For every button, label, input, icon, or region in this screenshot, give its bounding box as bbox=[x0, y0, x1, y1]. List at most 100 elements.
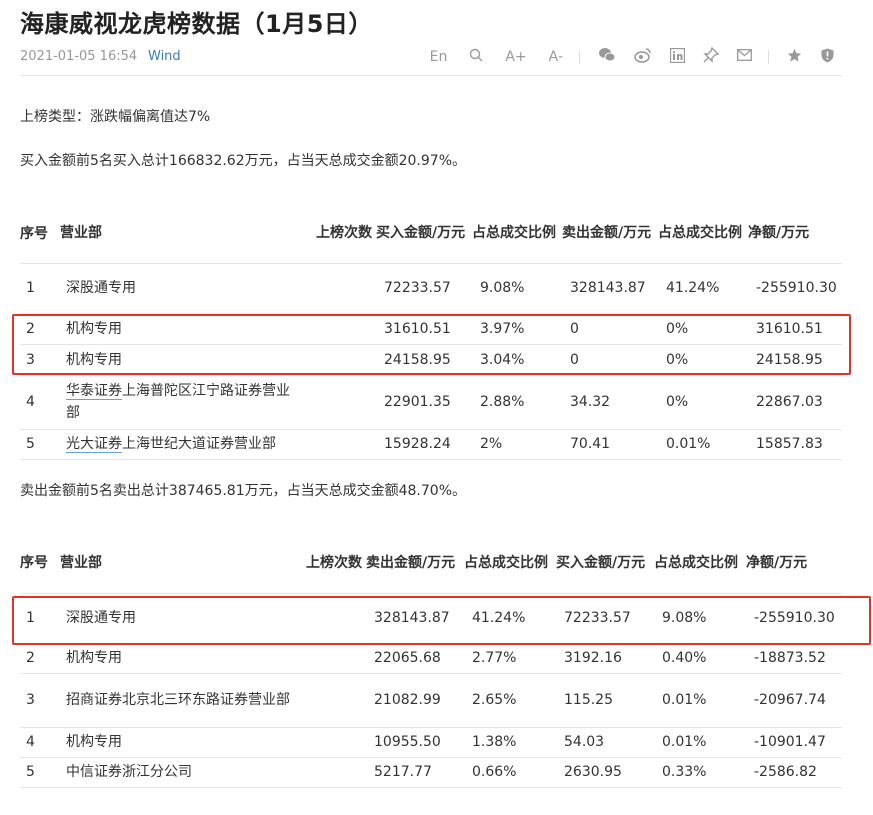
column-header: 上榜次数 bbox=[316, 204, 376, 264]
row-index: 4 bbox=[20, 727, 50, 758]
list-type-text: 上榜类型：涨跌幅偏离值达7% bbox=[20, 109, 211, 125]
email-share-icon[interactable] bbox=[737, 49, 752, 65]
buy-ratio: 2.88% bbox=[472, 375, 562, 430]
row-index: 5 bbox=[20, 757, 50, 788]
list-times bbox=[316, 263, 376, 314]
article-toolbar: En A+ A- bbox=[408, 46, 834, 67]
search-icon[interactable] bbox=[469, 48, 483, 66]
row-index: 1 bbox=[20, 263, 50, 314]
sell-summary-text: 卖出金额前5名卖出总计387465.81万元，占当天总成交金额48.70%。 bbox=[20, 483, 466, 499]
broker-name: 深股通专用 bbox=[50, 263, 316, 314]
sell-ratio: 0% bbox=[658, 375, 748, 430]
buy-amount: 3192.16 bbox=[556, 643, 654, 674]
row-index: 4 bbox=[20, 375, 50, 430]
pin-share-icon[interactable] bbox=[703, 46, 720, 67]
buy-amount: 15928.24 bbox=[376, 429, 472, 460]
article-title: 海康威视龙虎榜数据（1月5日） bbox=[20, 10, 373, 38]
favorite-star-icon[interactable] bbox=[787, 48, 802, 67]
sell-ratio: 41.24% bbox=[658, 263, 748, 314]
sell-ratio: 2.77% bbox=[464, 643, 556, 674]
list-times bbox=[316, 375, 376, 430]
publish-date: 2021-01-05 16:54 bbox=[20, 49, 138, 64]
column-header: 买入金额/万元 bbox=[556, 534, 654, 594]
sell-ratio: 1.38% bbox=[464, 727, 556, 758]
toolbar-divider bbox=[579, 50, 580, 64]
font-decrease-button[interactable]: A- bbox=[549, 49, 563, 65]
highlight-box-northbound-sell bbox=[12, 596, 871, 645]
table-row: 5 中信证券浙江分公司 5217.77 0.66% 2630.95 0.33% … bbox=[20, 757, 842, 788]
net-amount: -2586.82 bbox=[746, 757, 842, 788]
column-header: 占总成交比例 bbox=[472, 204, 562, 264]
buy-amount: 72233.57 bbox=[376, 263, 472, 314]
net-amount: 22867.03 bbox=[748, 375, 842, 430]
sell-amount: 70.41 bbox=[562, 429, 658, 460]
sell-ratio: 0.66% bbox=[464, 757, 556, 788]
broker-name: 机构专用 bbox=[50, 727, 306, 758]
column-header: 序号 bbox=[20, 534, 50, 594]
buy-amount: 22901.35 bbox=[376, 375, 472, 430]
source-link[interactable]: Wind bbox=[148, 49, 181, 64]
list-times bbox=[306, 673, 366, 728]
buy-ratio: 0.40% bbox=[654, 643, 746, 674]
column-header: 净额/万元 bbox=[746, 534, 842, 594]
broker-name: 机构专用 bbox=[50, 643, 306, 674]
table-row: 3 招商证券北京北三环东路证券营业部 21082.99 2.65% 115.25… bbox=[20, 673, 842, 728]
linkedin-share-icon[interactable] bbox=[669, 47, 686, 67]
buy-ratio: 9.08% bbox=[472, 263, 562, 314]
net-amount: -255910.30 bbox=[748, 263, 842, 314]
column-header: 卖出金额/万元 bbox=[366, 534, 464, 594]
broker-link[interactable]: 华泰证券 bbox=[66, 383, 122, 400]
buy-amount: 2630.95 bbox=[556, 757, 654, 788]
broker-name: 招商证券北京北三环东路证券营业部 bbox=[50, 673, 306, 728]
buy-ratio: 2% bbox=[472, 429, 562, 460]
report-shield-icon[interactable] bbox=[820, 48, 834, 67]
highlight-box-institutional-buys bbox=[12, 314, 851, 375]
table-row: 2 机构专用 22065.68 2.77% 3192.16 0.40% -188… bbox=[20, 643, 842, 674]
row-index: 5 bbox=[20, 429, 50, 460]
broker-link[interactable]: 光大证券 bbox=[66, 436, 122, 453]
weibo-share-icon[interactable] bbox=[634, 47, 652, 67]
column-header: 序号 bbox=[20, 204, 50, 264]
wechat-share-icon[interactable] bbox=[598, 47, 616, 67]
broker-name: 中信证券浙江分公司 bbox=[50, 757, 306, 788]
toolbar-divider bbox=[768, 50, 769, 64]
sell-amount: 5217.77 bbox=[366, 757, 464, 788]
broker-name-cell: 华泰证券上海普陀区江宁路证券营业部 bbox=[50, 375, 316, 430]
buy-ratio: 0.33% bbox=[654, 757, 746, 788]
buy-ratio: 0.01% bbox=[654, 673, 746, 728]
net-amount: -20967.74 bbox=[746, 673, 842, 728]
net-amount: -18873.52 bbox=[746, 643, 842, 674]
column-header: 营业部 bbox=[50, 534, 306, 594]
sell-ratio: 2.65% bbox=[464, 673, 556, 728]
buy-amount: 115.25 bbox=[556, 673, 654, 728]
font-increase-button[interactable]: A+ bbox=[505, 49, 526, 65]
sell-top5-table: 序号 营业部 上榜次数 卖出金额/万元 占总成交比例 买入金额/万元 占总成交比… bbox=[20, 534, 842, 788]
buy-summary-text: 买入金额前5名买入总计166832.62万元，占当天总成交金额20.97%。 bbox=[20, 153, 466, 169]
table-row: 4 华泰证券上海普陀区江宁路证券营业部 22901.35 2.88% 34.32… bbox=[20, 375, 842, 430]
column-header: 净额/万元 bbox=[748, 204, 842, 264]
sell-ratio: 0.01% bbox=[658, 429, 748, 460]
sell-amount: 34.32 bbox=[562, 375, 658, 430]
sell-amount: 22065.68 bbox=[366, 643, 464, 674]
sell-amount: 328143.87 bbox=[562, 263, 658, 314]
row-index: 3 bbox=[20, 673, 50, 728]
column-header: 占总成交比例 bbox=[464, 534, 556, 594]
article-meta-bar: 2021-01-05 16:54 Wind En A+ A- bbox=[20, 46, 842, 76]
column-header: 上榜次数 bbox=[306, 534, 366, 594]
sell-amount: 10955.50 bbox=[366, 727, 464, 758]
broker-name: 上海世纪大道证券营业部 bbox=[122, 436, 276, 452]
list-times bbox=[306, 643, 366, 674]
table-row: 4 机构专用 10955.50 1.38% 54.03 0.01% -10901… bbox=[20, 727, 842, 758]
table-row: 1 深股通专用 72233.57 9.08% 328143.87 41.24% … bbox=[20, 263, 842, 314]
column-header: 营业部 bbox=[50, 204, 316, 264]
net-amount: 15857.83 bbox=[748, 429, 842, 460]
net-amount: -10901.47 bbox=[746, 727, 842, 758]
language-toggle-button[interactable]: En bbox=[430, 49, 448, 65]
sell-amount: 21082.99 bbox=[366, 673, 464, 728]
buy-amount: 54.03 bbox=[556, 727, 654, 758]
list-times bbox=[306, 727, 366, 758]
broker-name-cell: 光大证券上海世纪大道证券营业部 bbox=[50, 429, 316, 460]
column-header: 占总成交比例 bbox=[658, 204, 748, 264]
list-times bbox=[316, 429, 376, 460]
column-header: 占总成交比例 bbox=[654, 534, 746, 594]
